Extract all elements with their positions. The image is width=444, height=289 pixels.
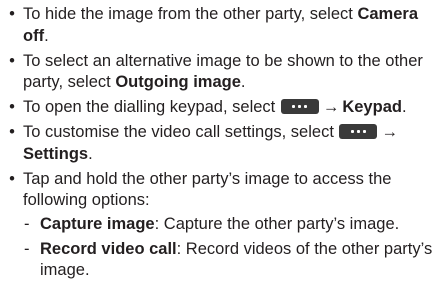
dash-marker: -: [24, 214, 30, 233]
keypad-option: Keypad: [342, 98, 402, 116]
bullet-marker: •: [9, 51, 15, 70]
instruction-list: • To hide the image from the other party…: [6, 4, 438, 282]
option-description: : Capture the other party’s image.: [154, 214, 400, 233]
more-options-icon: [339, 124, 378, 139]
capture-image-option: Capture image: [40, 214, 155, 233]
instruction-text: To open the dialling keypad, select: [23, 98, 280, 116]
arrow-icon: →: [322, 98, 340, 116]
options-sublist: - Capture image: Capture the other party…: [23, 214, 438, 282]
list-item-settings: • To customise the video call settings, …: [6, 122, 438, 165]
instruction-text: To hide the image from the other party, …: [23, 5, 358, 23]
list-item-tap-hold: • Tap and hold the other party’s image t…: [6, 169, 438, 282]
manual-page: • To hide the image from the other party…: [0, 0, 444, 289]
outgoing-image-option: Outgoing image: [115, 73, 241, 91]
sublist-item-capture: - Capture image: Capture the other party…: [23, 214, 438, 236]
sentence-end: .: [88, 144, 93, 163]
record-video-call-option: Record video call: [40, 239, 177, 258]
sublist-item-record: - Record video call: Record videos of th…: [23, 239, 438, 282]
instruction-text: Tap and hold the other party’s image to …: [23, 169, 392, 210]
list-item-camera-off: • To hide the image from the other party…: [6, 4, 438, 47]
arrow-icon: →: [381, 123, 398, 141]
list-item-outgoing-image: • To select an alternative image to be s…: [6, 51, 438, 94]
dash-marker: -: [24, 239, 30, 258]
bullet-marker: •: [9, 123, 15, 141]
sentence-end: .: [401, 98, 407, 116]
bullet-marker: •: [9, 169, 15, 188]
sentence-end: .: [44, 26, 49, 45]
bullet-marker: •: [9, 5, 15, 23]
settings-option: Settings: [23, 144, 89, 163]
instruction-text: To customise the video call settings, se…: [23, 123, 339, 141]
bullet-marker: •: [9, 98, 15, 116]
more-options-icon: [280, 99, 319, 114]
list-item-keypad: • To open the dialling keypad, select → K…: [6, 97, 438, 119]
sentence-end: .: [240, 73, 246, 91]
